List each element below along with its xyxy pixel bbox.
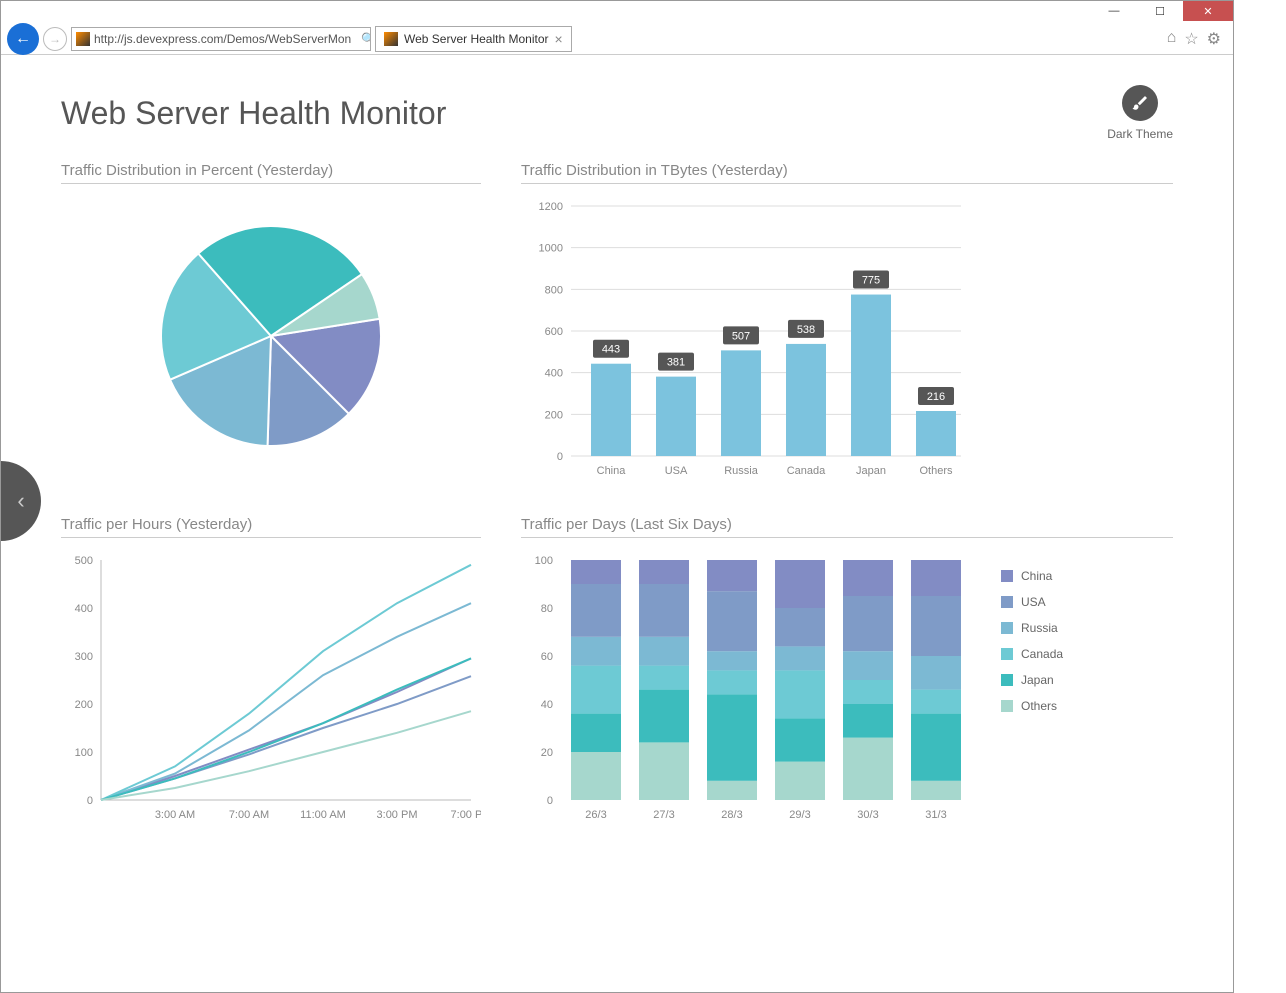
svg-text:Others: Others xyxy=(1021,699,1057,713)
svg-text:29/3: 29/3 xyxy=(789,809,810,821)
svg-text:0: 0 xyxy=(87,795,93,807)
pie-chart-svg xyxy=(61,196,481,476)
page-content: Web Server Health Monitor Dark Theme Tra… xyxy=(1,55,1233,992)
tab-close-icon[interactable]: × xyxy=(555,31,563,47)
svg-text:1000: 1000 xyxy=(539,243,563,255)
chart-bar: Traffic Distribution in TBytes (Yesterda… xyxy=(521,162,1173,486)
svg-text:538: 538 xyxy=(797,324,815,336)
svg-text:60: 60 xyxy=(541,651,553,663)
svg-text:1200: 1200 xyxy=(539,201,563,213)
svg-text:30/3: 30/3 xyxy=(857,809,878,821)
window-title-bar: — ☐ ✕ xyxy=(1,1,1233,23)
address-bar[interactable]: http://js.devexpress.com/Demos/WebServer… xyxy=(71,27,371,51)
svg-text:500: 500 xyxy=(75,555,93,567)
svg-text:100: 100 xyxy=(535,555,553,567)
window-close-button[interactable]: ✕ xyxy=(1183,1,1233,21)
svg-text:Japan: Japan xyxy=(856,465,886,477)
browser-toolbar: ← → http://js.devexpress.com/Demos/WebSe… xyxy=(1,23,1233,55)
svg-text:Russia: Russia xyxy=(1021,621,1058,635)
svg-text:31/3: 31/3 xyxy=(925,809,946,821)
chart-pie-title: Traffic Distribution in Percent (Yesterd… xyxy=(61,162,481,184)
browser-action-icons: ⌂ ☆ ⚙ xyxy=(1167,29,1227,49)
brush-icon xyxy=(1122,85,1158,121)
bar-chart-svg: 0 200 400 600 800 1000 1200 443 China 381 USA 507 Ru… xyxy=(521,196,1101,486)
svg-text:Japan: Japan xyxy=(1021,673,1054,687)
chart-stacked-title: Traffic per Days (Last Six Days) xyxy=(521,516,1173,538)
svg-text:USA: USA xyxy=(1021,595,1046,609)
page-title: Web Server Health Monitor xyxy=(61,95,1173,132)
window-minimize-button[interactable]: — xyxy=(1091,1,1137,21)
svg-text:200: 200 xyxy=(75,699,93,711)
svg-text:300: 300 xyxy=(75,651,93,663)
home-icon[interactable]: ⌂ xyxy=(1167,29,1177,49)
svg-text:775: 775 xyxy=(862,275,880,287)
nav-back-button[interactable]: ← xyxy=(7,23,39,55)
nav-forward-button[interactable]: → xyxy=(43,27,67,51)
svg-text:China: China xyxy=(1021,569,1053,583)
svg-text:Russia: Russia xyxy=(724,465,759,477)
svg-text:Canada: Canada xyxy=(787,465,826,477)
svg-text:7:00 PM: 7:00 PM xyxy=(451,809,481,821)
svg-text:11:00 AM: 11:00 AM xyxy=(300,809,346,821)
svg-text:40: 40 xyxy=(541,699,553,711)
svg-text:20: 20 xyxy=(541,747,553,759)
svg-text:26/3: 26/3 xyxy=(585,809,606,821)
chart-pie: Traffic Distribution in Percent (Yesterd… xyxy=(61,162,481,486)
svg-text:China: China xyxy=(597,465,627,477)
chart-line: Traffic per Hours (Yesterday) 0 100 200 300… xyxy=(61,516,481,840)
chart-bar-title: Traffic Distribution in TBytes (Yesterda… xyxy=(521,162,1173,184)
chart-line-title: Traffic per Hours (Yesterday) xyxy=(61,516,481,538)
svg-text:80: 80 xyxy=(541,603,553,615)
svg-text:0: 0 xyxy=(547,795,553,807)
theme-toggle-button[interactable]: Dark Theme xyxy=(1107,85,1173,141)
svg-text:0: 0 xyxy=(557,451,563,463)
svg-text:600: 600 xyxy=(545,326,563,338)
svg-text:200: 200 xyxy=(545,409,563,421)
svg-text:507: 507 xyxy=(732,330,750,342)
line-chart-svg: 0 100 200 300 400 500 3:00 AM 7:00 AM 11:00 AM 3:… xyxy=(61,550,481,840)
site-favicon-icon xyxy=(76,32,90,46)
tab-title: Web Server Health Monitor xyxy=(404,32,549,46)
address-url: http://js.devexpress.com/Demos/WebServer… xyxy=(94,32,351,46)
svg-text:3:00 AM: 3:00 AM xyxy=(155,809,195,821)
svg-text:Others: Others xyxy=(919,465,953,477)
svg-text:Canada: Canada xyxy=(1021,647,1063,661)
settings-icon[interactable]: ⚙ xyxy=(1207,29,1221,49)
svg-text:USA: USA xyxy=(665,465,688,477)
svg-text:7:00 AM: 7:00 AM xyxy=(229,809,269,821)
window-maximize-button[interactable]: ☐ xyxy=(1137,1,1183,21)
chart-stacked: Traffic per Days (Last Six Days) 0 20 40 60… xyxy=(521,516,1173,840)
browser-tab[interactable]: Web Server Health Monitor × xyxy=(375,26,572,52)
svg-text:3:00 PM: 3:00 PM xyxy=(377,809,418,821)
svg-text:381: 381 xyxy=(667,357,685,369)
svg-text:443: 443 xyxy=(602,344,620,356)
stacked-chart-svg: 0 20 40 60 80 100 26/3 27/3 28/3 29/3 30/3 31/3 Chin… xyxy=(521,550,1101,840)
svg-text:28/3: 28/3 xyxy=(721,809,742,821)
svg-text:100: 100 xyxy=(75,747,93,759)
browser-window: — ☐ ✕ ← → http://js.devexpress.com/Demos… xyxy=(0,0,1234,993)
svg-text:800: 800 xyxy=(545,284,563,296)
svg-text:216: 216 xyxy=(927,391,945,403)
svg-text:27/3: 27/3 xyxy=(653,809,674,821)
theme-label: Dark Theme xyxy=(1107,127,1173,141)
tab-favicon-icon xyxy=(384,32,398,46)
favorites-icon[interactable]: ☆ xyxy=(1184,29,1198,49)
search-icon[interactable]: 🔍 xyxy=(357,32,371,46)
svg-text:400: 400 xyxy=(545,368,563,380)
svg-text:400: 400 xyxy=(75,603,93,615)
